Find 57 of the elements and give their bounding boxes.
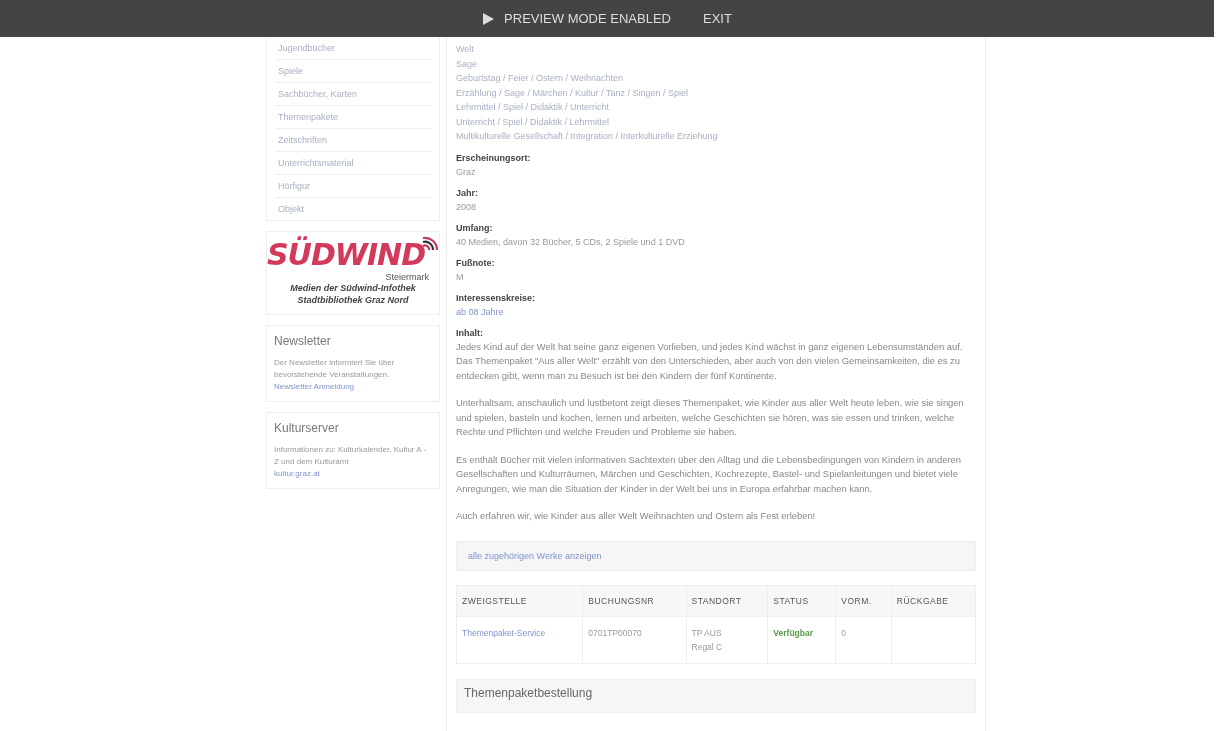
table-cell: 0701TP00070 (588, 627, 642, 638)
column-header: ZWEIGSTELLE (456, 585, 583, 616)
location-text: TP AUS (691, 626, 723, 640)
description-paragraph: Es enthält Bücher mit vielen informativen Sachtexten über den Alltag und die Lebensbedingungen von Kindern in anderen Gesellschaften und Kulturräumen, Märchen und Geschichten, Kochrezepte, Bastel- und Spielanleitungen und bietet viele Anregungen, wie man die Situation der Kinder in der Welt bei uns in Europa erfahrbar machen kann. (456, 452, 963, 496)
column-header: STATUS (767, 585, 836, 616)
exit-link[interactable]: EXIT (703, 11, 732, 26)
status-text: Verfügbar (773, 627, 813, 638)
preview-mode-label: PREVIEW MODE ENABLED (504, 11, 671, 26)
field-link[interactable]: ab 08 Jahre (456, 304, 976, 319)
card-text: Informationen zu: Kulturkalender, Kultur A - Z und dem Kulturamt (274, 445, 427, 466)
keyword-link[interactable]: Erzählung / Sage / Märchen / Kultur / Tanz / Singen / Spiel (456, 85, 976, 100)
field-value: 2008 (456, 200, 478, 214)
description-paragraph: Unterhaltsam, anschaulich und lustbetont zeigt dieses Themenpaket, wie Kinder aus aller Welt heute leben, wie sie singen und spielen, basteln und kochen, lernen und arbeiten, welche Geschichten sie hören, was sie essen und trinken, welche Rechte und Pflichten und welche Freuden und Probleme sie haben. (456, 396, 965, 439)
column-header: BUCHUNGSNR (582, 585, 686, 616)
related-works-link[interactable]: alle zugehörigen Werke anzeigen (468, 550, 602, 561)
keyword-link[interactable]: Sage (456, 56, 976, 71)
logo-caption: Medien der Südwind-Infothek (290, 282, 416, 294)
category-link[interactable]: Spiele (275, 60, 431, 83)
category-link[interactable]: Unterrichtsmaterial (275, 152, 431, 175)
field-value: 40 Medien, davon 32 Bücher, 5 CDs, 2 Spiele und 1 DVD (456, 235, 686, 249)
column-header: STANDORT (686, 585, 768, 616)
category-link[interactable]: Zeitschriften (275, 129, 431, 152)
keyword-link[interactable]: Geburtstag / Feier / Ostern / Weihnachten (456, 71, 976, 86)
field-label: Umfang: (456, 221, 494, 235)
field-label: Jahr: (456, 186, 479, 200)
category-link[interactable]: Jugendbücher (275, 37, 431, 60)
card-text: Der Newsletter informiert Sie über bevorstehende Veranstaltungen. (274, 358, 395, 379)
field-value: Graz (456, 165, 477, 179)
category-link[interactable]: Themenpakete (275, 106, 431, 129)
play-icon (482, 12, 495, 25)
category-link[interactable]: Hörfigur (275, 175, 431, 198)
keyword-link[interactable]: Multikulturelle Gesellschaft / Integration / Interkulturelle Erziehung (456, 129, 976, 144)
category-link[interactable]: Objekt (275, 198, 431, 220)
field-label: Inhalt: (456, 326, 484, 340)
logo-wordmark: SÜDWIND (266, 238, 426, 272)
field-label: Interessenskreise: (456, 291, 537, 305)
column-header: VORM. (835, 585, 892, 616)
keyword-link[interactable]: Lehrmittel / Spiel / Didaktik / Unterricht (456, 100, 976, 115)
column-header: RÜCKGABE (891, 585, 976, 616)
field-value: M (456, 270, 465, 284)
card-title: Kulturserver (274, 421, 340, 435)
logo-region: Steiermark (385, 272, 429, 282)
branch-link[interactable]: Themenpaket-Service (462, 627, 546, 638)
table-cell: 0 (841, 627, 847, 638)
logo-caption: Stadtbibliothek Graz Nord (297, 294, 409, 306)
description-paragraph: Auch erfahren wir, wie Kinder aus aller Welt Weihnachten und Ostern als Fest erleben! (456, 509, 817, 523)
card-title: Newsletter (274, 334, 332, 348)
panel-title: Themenpaketbestellung (464, 685, 593, 700)
keyword-link[interactable]: Welt (456, 42, 976, 57)
description-paragraph: Jedes Kind auf der Welt hat seine ganz eigenen Vorlieben, und jedes Kind wächst in ganz eigenen Lebensumständen auf. Das Themenpaket "Aus aller Welt" erzählt von den Unterschieden, aber auch von den vielen Gemeinsamkeiten, die es zu entdecken gibt, wenn man zu Besuch ist bei den Kindern der fünf Kontinente. (456, 339, 964, 383)
category-link[interactable]: Sachbücher, Karten (275, 83, 431, 106)
location-text: Regal C (691, 640, 724, 654)
card-link[interactable]: kultur.graz.at (274, 468, 432, 480)
field-label: Erscheinungsort: (456, 151, 532, 165)
field-label: Fußnote: (456, 256, 496, 270)
keyword-link[interactable]: Unterricht / Spiel / Didaktik / Lehrmittel (456, 114, 976, 129)
card-link[interactable]: Newsletter Anmeldung (274, 381, 432, 393)
